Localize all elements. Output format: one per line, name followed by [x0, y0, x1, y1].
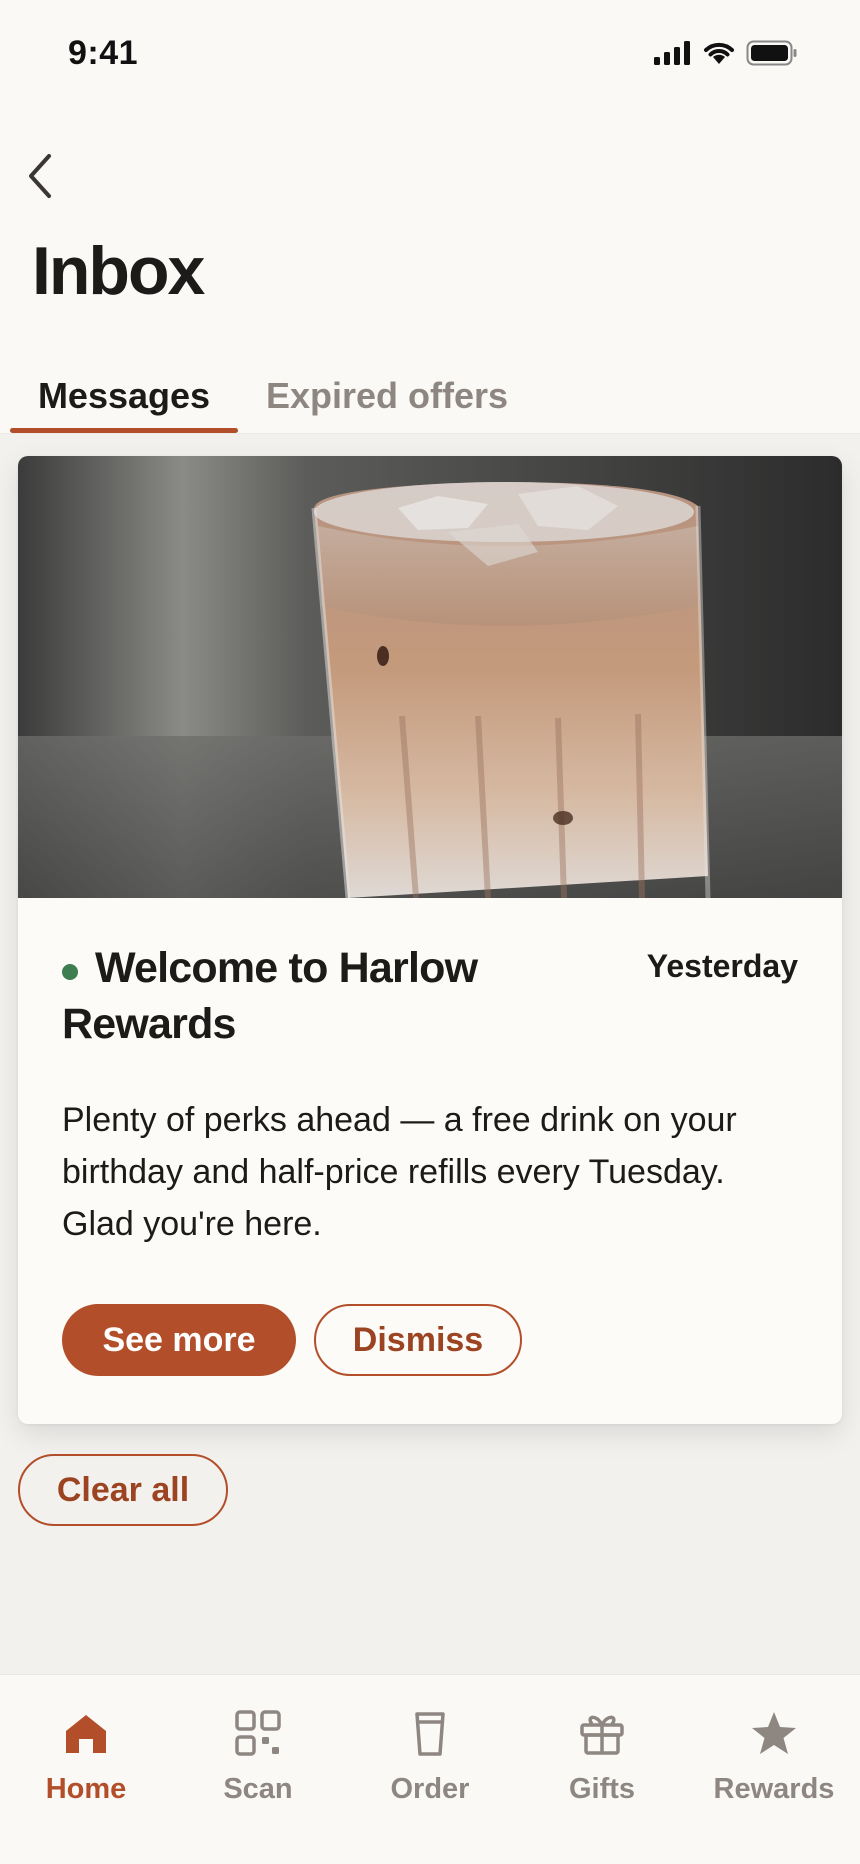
message-card: Welcome to Harlow Rewards Yesterday Plen…	[18, 456, 842, 1424]
nav-item-scan[interactable]: Scan	[172, 1705, 344, 1815]
message-date: Yesterday	[646, 948, 798, 984]
page-title: Inbox	[32, 233, 205, 309]
dismiss-button[interactable]: Dismiss	[314, 1304, 522, 1376]
bottom-nav: Home Scan Order Gifts Rewards	[0, 1674, 860, 1864]
active-tab-indicator	[10, 428, 238, 433]
iced-latte-photo	[18, 456, 842, 898]
chevron-left-icon	[29, 154, 51, 198]
message-body: Plenty of perks ahead — a free drink on …	[62, 1101, 737, 1243]
nav-label-home: Home	[45, 1773, 127, 1805]
star-icon	[746, 1705, 802, 1761]
scan-icon	[230, 1705, 286, 1761]
see-more-button[interactable]: See more	[62, 1304, 296, 1376]
nav-label-order: Order	[390, 1773, 470, 1805]
battery-icon	[746, 40, 798, 71]
clear-all-button[interactable]: Clear all	[18, 1454, 228, 1526]
tab-bar: Messages Expired offers	[0, 358, 860, 434]
home-icon	[58, 1705, 114, 1761]
nav-label-gifts: Gifts	[568, 1773, 636, 1805]
nav-item-gifts[interactable]: Gifts	[516, 1705, 688, 1815]
tab-expired-offers[interactable]: Expired offers	[262, 364, 512, 428]
nav-item-rewards[interactable]: Rewards	[688, 1705, 860, 1815]
nav-item-order[interactable]: Order	[344, 1705, 516, 1815]
status-time: 9:41	[68, 34, 139, 72]
back-button[interactable]	[10, 146, 70, 206]
status-icons	[654, 40, 798, 70]
nav-label-scan: Scan	[223, 1773, 293, 1805]
status-bar: 9:41	[0, 0, 860, 110]
message-title: Welcome to Harlow Rewards	[62, 944, 478, 1048]
wifi-icon	[702, 40, 736, 71]
cup-icon	[402, 1705, 458, 1761]
gift-icon	[574, 1705, 630, 1761]
nav-item-home[interactable]: Home	[0, 1705, 172, 1815]
signal-icon	[654, 40, 692, 70]
tab-messages[interactable]: Messages	[10, 364, 238, 428]
nav-label-rewards: Rewards	[713, 1773, 835, 1805]
